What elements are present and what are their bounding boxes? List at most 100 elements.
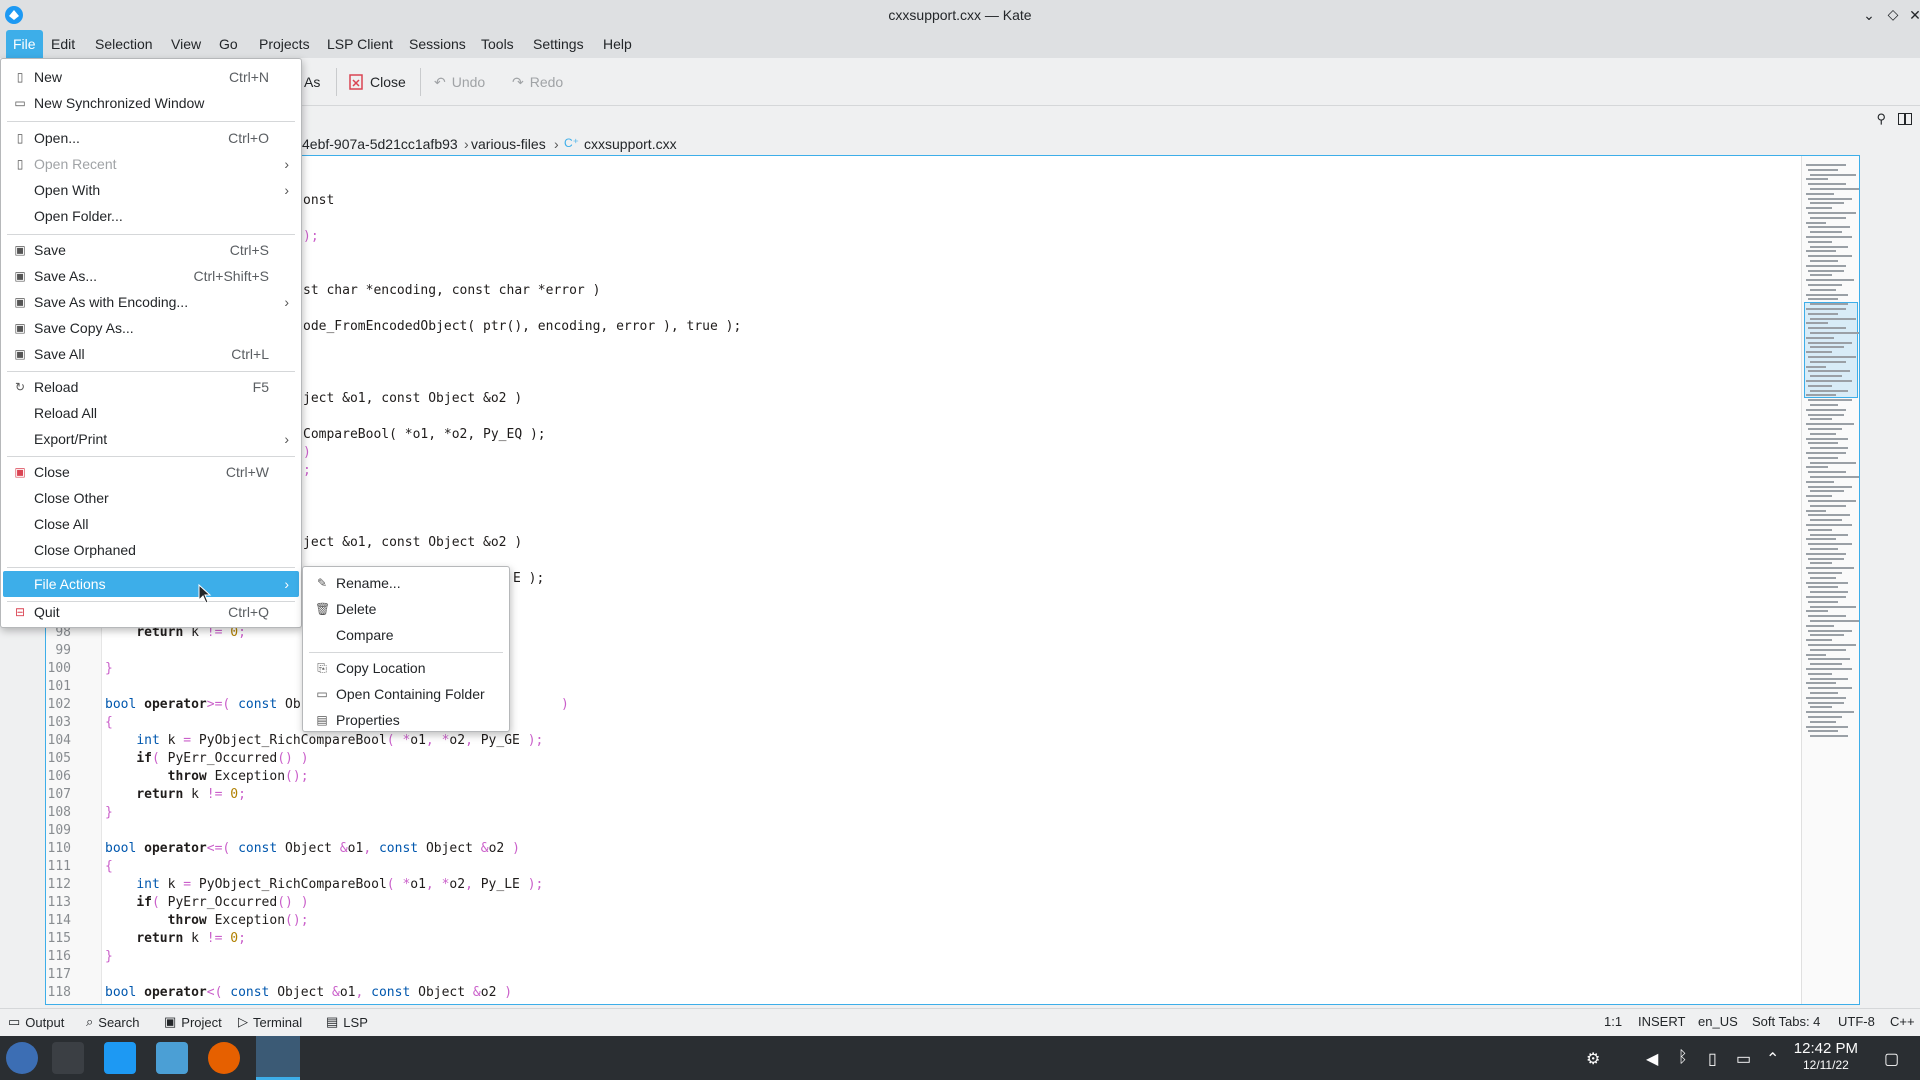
close-doc-button[interactable]: Close [348,70,406,94]
menu-item-save-copy-as[interactable]: ▣ Save Copy As... [3,315,299,341]
search-tab[interactable]: ⌕ Search [86,1014,139,1030]
menu-help[interactable]: Help [596,30,639,58]
code-line: ); [303,229,319,244]
dictionary[interactable]: en_US [1698,1014,1738,1029]
menu-lsp-client[interactable]: LSP Client [320,30,400,58]
menu-item-new[interactable]: ▯ New Ctrl+N [3,64,299,90]
close-window-button[interactable]: ✕ [1904,4,1920,26]
menu-item-save[interactable]: ▣ Save Ctrl+S [3,237,299,263]
minimap-line [1808,716,1842,718]
minimap-scrollbar[interactable] [1801,156,1859,1004]
minimap-line [1810,303,1848,306]
menu-item-open-folder[interactable]: Open Folder... [3,203,299,229]
menu-settings[interactable]: Settings [526,30,591,58]
minimap-line [1808,168,1838,171]
menu-tools[interactable]: Tools [474,30,521,58]
shortcut: F5 [252,379,269,395]
minimap-line [1806,264,1846,267]
menu-item-close-other[interactable]: Close Other [3,485,299,511]
clock[interactable]: 12:42 PM 12/11/22 [1794,1040,1858,1074]
minimap-line [1808,413,1844,416]
shortcut: Ctrl+Q [228,604,269,620]
menu-item-open[interactable]: ▯ Open... Ctrl+O [3,125,299,151]
menu-view[interactable]: View [164,30,208,58]
volume-icon[interactable]: ◀ [1646,1049,1658,1069]
show-desktop-icon[interactable]: ▢ [1884,1049,1899,1069]
project-tab[interactable]: ▣ Project [164,1014,222,1030]
menu-item-copy-location[interactable]: ⎘ Copy Location [305,655,507,681]
minimap-line [1806,552,1846,555]
minimap-line [1808,456,1838,459]
menu-item-close[interactable]: ▣ Close Ctrl+W [3,459,299,485]
save-as-button[interactable]: As [304,70,320,94]
minimap-line [1810,202,1844,205]
breadcrumb-folder[interactable]: various-files [471,136,546,152]
menu-item-properties[interactable]: ▤ Properties [305,707,507,733]
menu-item-file-actions[interactable]: File Actions › [3,571,299,597]
kate-task-icon[interactable] [256,1036,300,1080]
maximize-button[interactable]: ◇ [1882,3,1904,25]
output-tab[interactable]: ▭ Output [8,1014,64,1030]
usb-icon[interactable]: ▯ [1708,1049,1717,1069]
display-icon[interactable]: ▭ [1736,1049,1751,1069]
menu-separator [7,456,295,457]
minimap-line [1806,293,1848,296]
minimap-line [1808,586,1838,589]
file-manager-icon[interactable] [156,1042,188,1074]
split-view-icon[interactable] [1898,113,1912,125]
breadcrumb-folder-partial[interactable]: 4ebf-907a-5d21cc1afb93 [302,136,458,152]
code-line: bool operator<( const Object &o1, const … [105,985,513,1000]
breadcrumb-file[interactable]: cxxsupport.cxx [584,136,677,152]
minimap-line [1806,509,1826,512]
terminal-tab[interactable]: ▷ Terminal [238,1014,302,1030]
minimap-line [1806,452,1846,454]
minimap-line [1806,221,1826,224]
terminal-label: Terminal [253,1014,303,1030]
minimap-line [1808,528,1832,531]
file-type[interactable]: C++ [1890,1014,1915,1029]
menu-item-close-orphaned[interactable]: Close Orphaned [3,537,299,563]
redo-button[interactable]: ↷ Redo [512,70,563,94]
menu-item-compare[interactable]: Compare [305,622,507,648]
menu-file[interactable]: File [6,30,43,58]
menu-item-rename[interactable]: ✎ Rename... [305,570,507,596]
pin-icon[interactable]: ⚲ [1876,111,1886,127]
task-manager-icon[interactable] [52,1042,84,1074]
undo-button[interactable]: ↶ Undo [434,70,485,94]
menu-item-save-all[interactable]: ▣ Save All Ctrl+L [3,341,299,367]
tray-expand-icon[interactable]: ⌃ [1766,1049,1779,1069]
label: Close Orphaned [34,542,136,558]
menu-go[interactable]: Go [212,30,245,58]
bluetooth-icon[interactable]: ᛒ [1678,1049,1688,1067]
menu-item-close-all[interactable]: Close All [3,511,299,537]
menu-projects[interactable]: Projects [252,30,317,58]
breadcrumb-separator-icon: › [464,136,469,152]
menu-item-reload[interactable]: ↻ Reload F5 [3,374,299,400]
lsp-label: LSP [343,1014,368,1030]
menu-item-export-print[interactable]: Export/Print › [3,426,299,452]
indentation[interactable]: Soft Tabs: 4 [1752,1014,1820,1029]
app-launcher-icon[interactable] [6,1042,38,1074]
input-mode[interactable]: INSERT [1638,1014,1685,1029]
menu-item-reload-all[interactable]: Reload All [3,400,299,426]
menu-item-save-as[interactable]: ▣ Save As... Ctrl+Shift+S [3,263,299,289]
menu-selection[interactable]: Selection [88,30,160,58]
minimap-viewport[interactable] [1804,302,1858,398]
network-icon[interactable]: ⚙ [1586,1049,1600,1069]
menu-item-save-as-encoding[interactable]: ▣ Save As with Encoding... › [3,289,299,315]
encoding[interactable]: UTF-8 [1838,1014,1875,1029]
menu-item-open-recent[interactable]: ▯ Open Recent › [3,151,299,177]
menu-sessions[interactable]: Sessions [402,30,473,58]
menu-item-open-with[interactable]: Open With › [3,177,299,203]
menu-edit[interactable]: Edit [44,30,82,58]
firefox-icon[interactable] [208,1042,240,1074]
menu-item-open-containing-folder[interactable]: ▭ Open Containing Folder [305,681,507,707]
cursor-position[interactable]: 1:1 [1604,1014,1622,1029]
discover-icon[interactable] [104,1042,136,1074]
output-icon: ▭ [8,1014,21,1029]
menu-item-new-sync-window[interactable]: ▭ New Synchronized Window [3,90,299,116]
minimize-button[interactable]: ⌄ [1858,4,1880,26]
menu-item-delete[interactable]: 🗑 Delete [305,596,507,622]
lsp-tab[interactable]: ▤ LSP [326,1014,368,1030]
menu-item-quit[interactable]: ⊟ Quit Ctrl+Q [3,599,299,625]
